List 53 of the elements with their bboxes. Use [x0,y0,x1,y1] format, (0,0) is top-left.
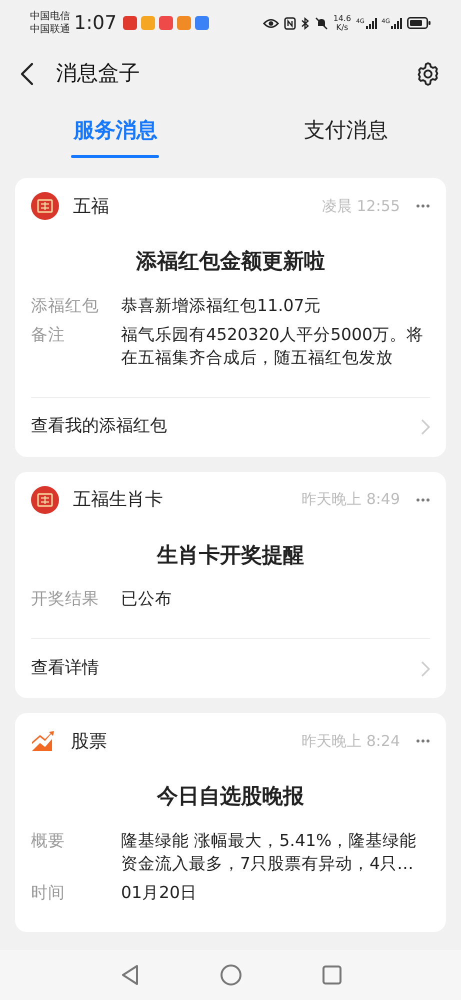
message-title: 生肖卡开奖提醒 [156,542,305,568]
tab[interactable]: 服务消息 [0,102,230,174]
bluetooth-icon [301,16,310,30]
app-notification-icon [176,16,191,30]
app-notification-icon [158,16,173,30]
speed-unit: K/s [336,23,348,32]
card-link[interactable]: 查看我的添福红包 [31,396,430,456]
more-icon[interactable] [416,498,430,502]
muted-bell-icon [315,16,328,30]
message-time: 昨天晚上 8:24 [302,730,400,752]
signal-icon [366,18,377,28]
clock: 1:07 [74,10,117,36]
recents-icon[interactable] [322,965,342,985]
battery-icon [407,17,431,29]
signal-icon [391,18,402,28]
app-notification-icon [140,16,155,30]
home-icon[interactable] [220,964,242,986]
page-title: 消息盒子 [56,60,140,88]
settings-icon[interactable] [415,61,441,87]
more-icon[interactable] [416,204,430,208]
carrier-name: 中国电信 [30,10,70,23]
field-value: 01月20日 [121,882,197,904]
network-speed: 14.6 [333,14,352,23]
field-label: 添福红包 [31,294,100,316]
sender-name: 五福 [73,194,109,218]
back-icon[interactable] [20,62,34,86]
field-value: 隆基绿能 涨幅最大，5.41%，隆基绿能资金流入最多，7只股票有异动，4只… [121,830,418,874]
sender-name: 五福生肖卡 [73,488,163,512]
field-label: 时间 [31,882,66,904]
app-notification-icon [194,16,209,30]
field-label: 开奖结果 [31,588,100,610]
sender-name: 股票 [71,730,107,754]
field-label: 备注 [31,324,66,346]
more-icon[interactable] [416,739,430,743]
tab[interactable]: 支付消息 [230,102,461,174]
field-value: 已公布 [121,588,172,610]
card-link[interactable]: 查看详情 [31,638,430,698]
message-time: 昨天晚上 8:49 [302,489,400,510]
nfc-icon [284,16,296,30]
lantern-logo-icon [31,486,59,514]
eye-icon [263,18,280,28]
chevron-right-icon [421,419,430,435]
lantern-logo-icon [31,192,59,220]
message-title: 今日自选股晚报 [156,783,305,810]
carrier-name: 中国联通 [30,23,70,36]
field-value: 福气乐园有4520320人平分5000万。将在五福集齐合成后，随五福红包发放 [121,324,424,368]
stock-chart-icon [31,730,57,752]
field-value: 恭喜新增添福红包11.07元 [121,294,322,316]
field-label: 概要 [31,830,66,852]
message-title: 添福红包金额更新啦 [134,248,326,275]
app-notification-icon [122,16,137,30]
chevron-right-icon [421,660,430,676]
message-time: 凌晨 12:55 [322,196,400,217]
